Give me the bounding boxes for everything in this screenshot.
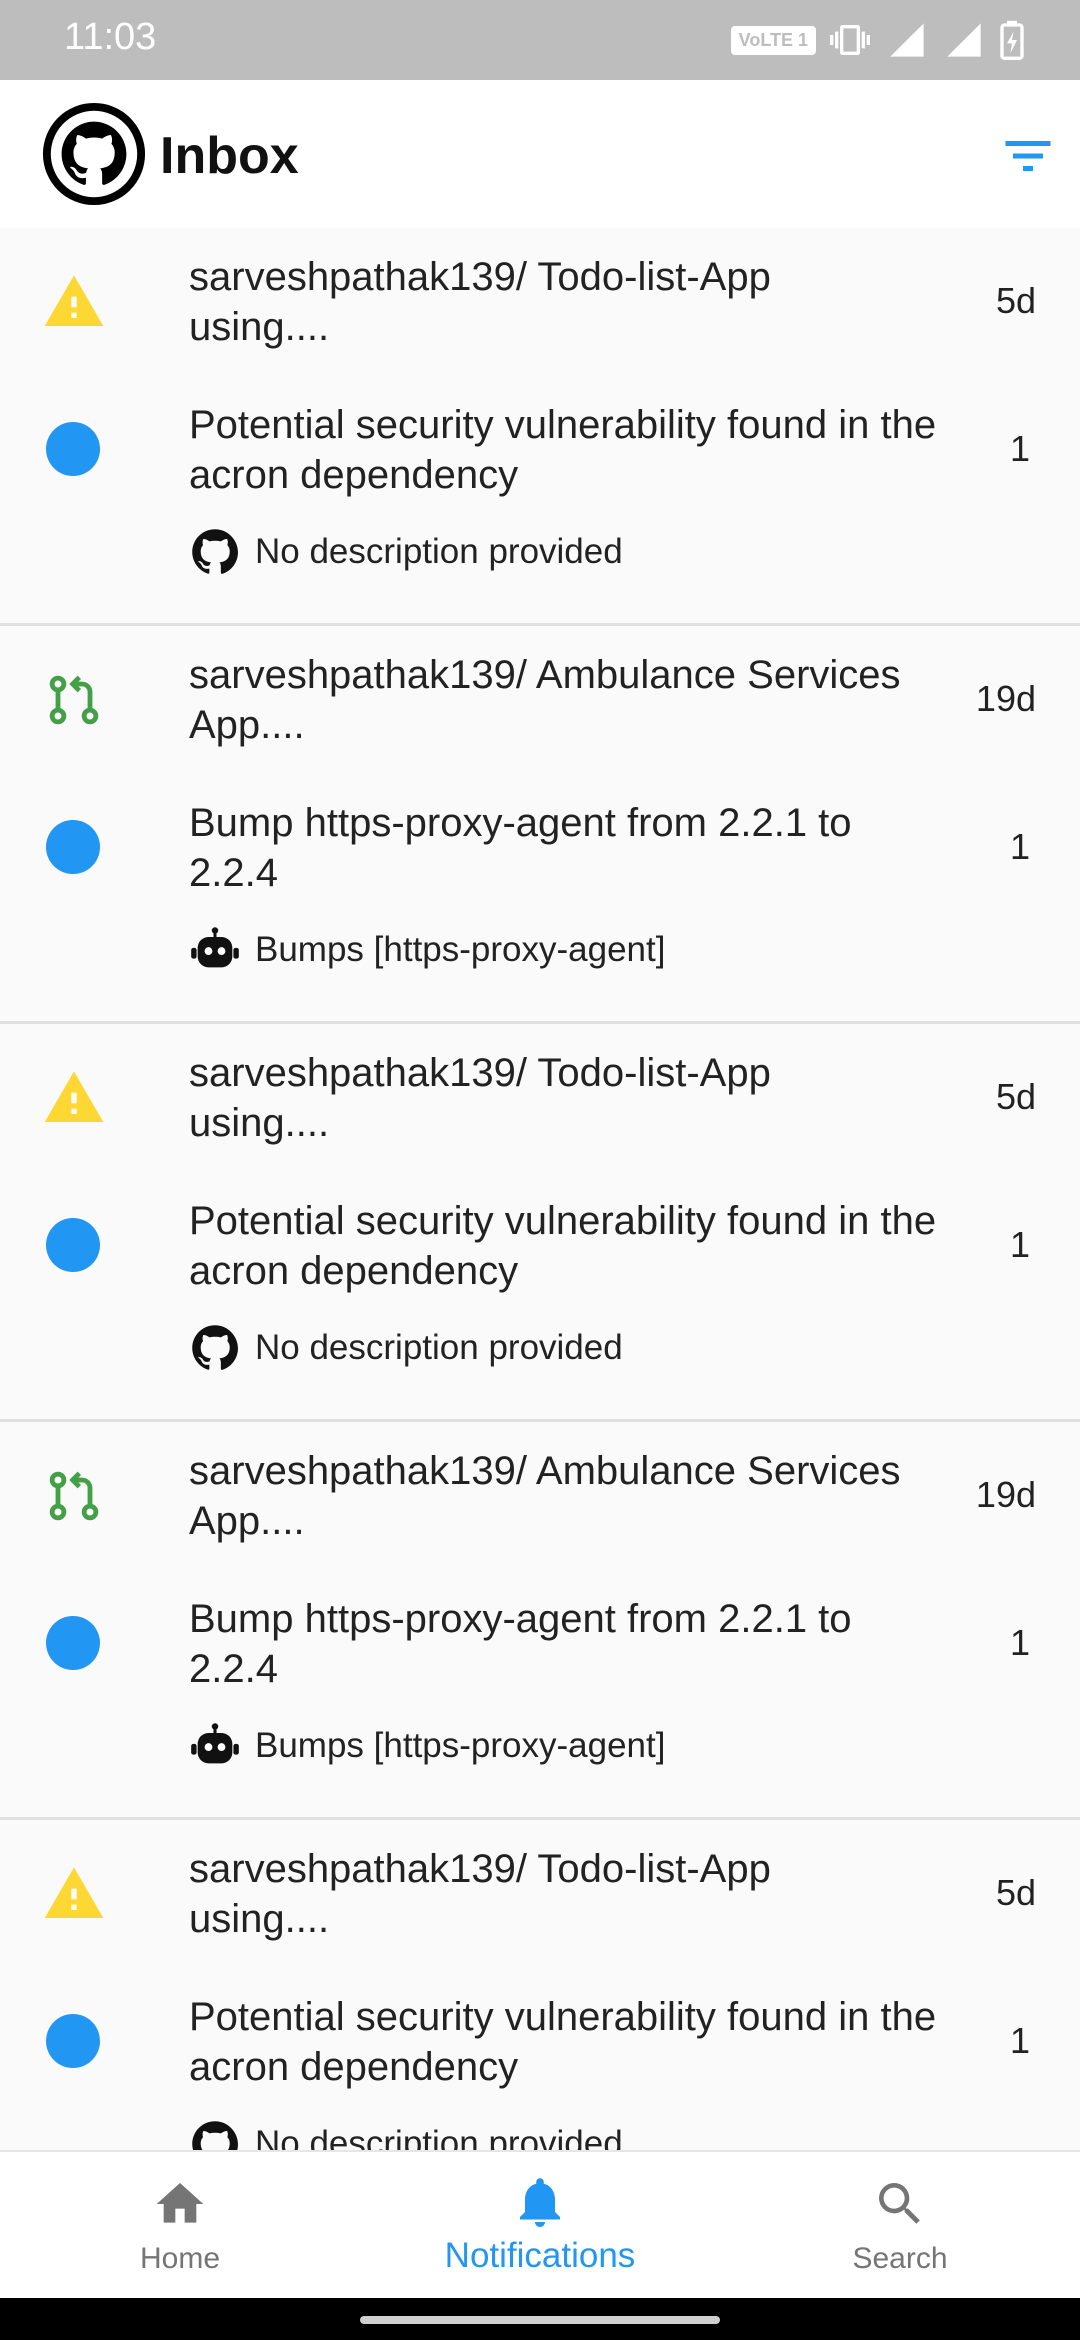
warning-icon [44, 1867, 104, 1918]
nav-notifications[interactable]: Notifications [390, 2152, 690, 2300]
notification-description: No description provided [189, 526, 623, 578]
status-icons: VoLTE 1 [730, 20, 1026, 60]
comment-count: 1 [1009, 826, 1030, 867]
notification-card[interactable]: sarveshpathak139/ Todo-list-App using...… [0, 1820, 1080, 2150]
notification-subject: Potential security vulnerability found i… [189, 1199, 937, 1293]
status-bar: 11:03 VoLTE 1 [0, 0, 1080, 80]
pull-request-icon [49, 1471, 99, 1521]
notification-age: 19d [975, 1474, 1036, 1515]
description-text: Bumps [https-proxy-agent] [255, 930, 666, 969]
github-icon [192, 529, 238, 574]
nav-search-label: Search [852, 2242, 948, 2275]
warning-icon [44, 1071, 104, 1122]
notification-card[interactable]: sarveshpathak139/ Todo-list-App using...… [0, 1024, 1080, 1422]
comment-count: 1 [1009, 428, 1030, 469]
description-text: No description provided [255, 1328, 623, 1367]
unread-dot [46, 820, 100, 874]
nav-home[interactable]: Home [30, 2152, 330, 2300]
search-icon [879, 2183, 920, 2224]
filter-icon[interactable] [998, 126, 1058, 186]
notification-age: 5d [995, 1076, 1036, 1117]
notification-description: Bumps [https-proxy-agent] [189, 924, 665, 976]
warning-icon [44, 275, 104, 326]
notification-subject: Potential security vulnerability found i… [189, 1995, 937, 2089]
notification-age: 5d [995, 280, 1036, 321]
status-time: 11:03 [64, 16, 157, 58]
repo-name: sarveshpathak139/ Todo-list-App using...… [189, 1051, 771, 1145]
notification-age: 5d [995, 1872, 1036, 1913]
comment-count: 1 [1009, 1622, 1030, 1663]
volte-badge: VoLTE 1 [730, 25, 816, 55]
battery-icon [1000, 20, 1024, 60]
pull-request-icon [49, 675, 99, 725]
unread-dot [46, 1616, 100, 1670]
github-logo-icon [42, 102, 146, 206]
notification-subject: Bump https-proxy-agent from 2.2.1 to 2.2… [189, 1597, 852, 1691]
nav-search[interactable]: Search [750, 2152, 1050, 2300]
unread-dot [46, 422, 100, 476]
vibrate-icon [830, 25, 870, 55]
repo-name: sarveshpathak139/ Ambulance Services App… [189, 1449, 901, 1543]
nav-home-label: Home [139, 2242, 221, 2275]
robot-icon [191, 1723, 239, 1764]
bottom-navigation: Home Notifications Search [0, 2150, 1080, 2298]
notification-card[interactable]: sarveshpathak139/ Ambulance Services App… [0, 626, 1080, 1024]
app-bar: Inbox [0, 80, 1080, 228]
repo-name: sarveshpathak139/ Todo-list-App using...… [189, 1847, 771, 1941]
signal-4g-icon [890, 23, 924, 57]
notification-card[interactable]: sarveshpathak139/ Ambulance Services App… [0, 1422, 1080, 1820]
comment-count: 1 [1009, 1224, 1030, 1265]
unread-dot [46, 1218, 100, 1272]
home-gesture-pill[interactable] [360, 2316, 720, 2324]
notification-card[interactable]: sarveshpathak139/ Todo-list-App using...… [0, 228, 1080, 626]
nav-notifications-label: Notifications [444, 2236, 636, 2275]
comment-count: 1 [1009, 2020, 1030, 2061]
home-icon [156, 2183, 204, 2223]
system-navigation-bar [0, 2298, 1080, 2340]
notification-description: No description provided [189, 1322, 623, 1374]
repo-name: sarveshpathak139/ Todo-list-App using...… [189, 255, 771, 349]
unread-dot [46, 2014, 100, 2068]
github-icon [192, 2121, 238, 2150]
notification-description: Bumps [https-proxy-agent] [189, 1720, 665, 1772]
notification-list: sarveshpathak139/ Todo-list-App using...… [0, 228, 1080, 2150]
description-text: No description provided [255, 2124, 623, 2150]
description-text: Bumps [https-proxy-agent] [255, 1726, 666, 1765]
page-title: Inbox [160, 127, 299, 185]
signal-icon [947, 23, 981, 57]
bell-icon [520, 2178, 560, 2227]
notification-description: No description provided [189, 2118, 623, 2150]
notification-subject: Bump https-proxy-agent from 2.2.1 to 2.2… [189, 801, 852, 895]
description-text: No description provided [255, 532, 623, 571]
robot-icon [191, 927, 239, 968]
notification-subject: Potential security vulnerability found i… [189, 403, 937, 497]
repo-name: sarveshpathak139/ Ambulance Services App… [189, 653, 901, 747]
notification-age: 19d [975, 678, 1036, 719]
github-icon [192, 1325, 238, 1370]
